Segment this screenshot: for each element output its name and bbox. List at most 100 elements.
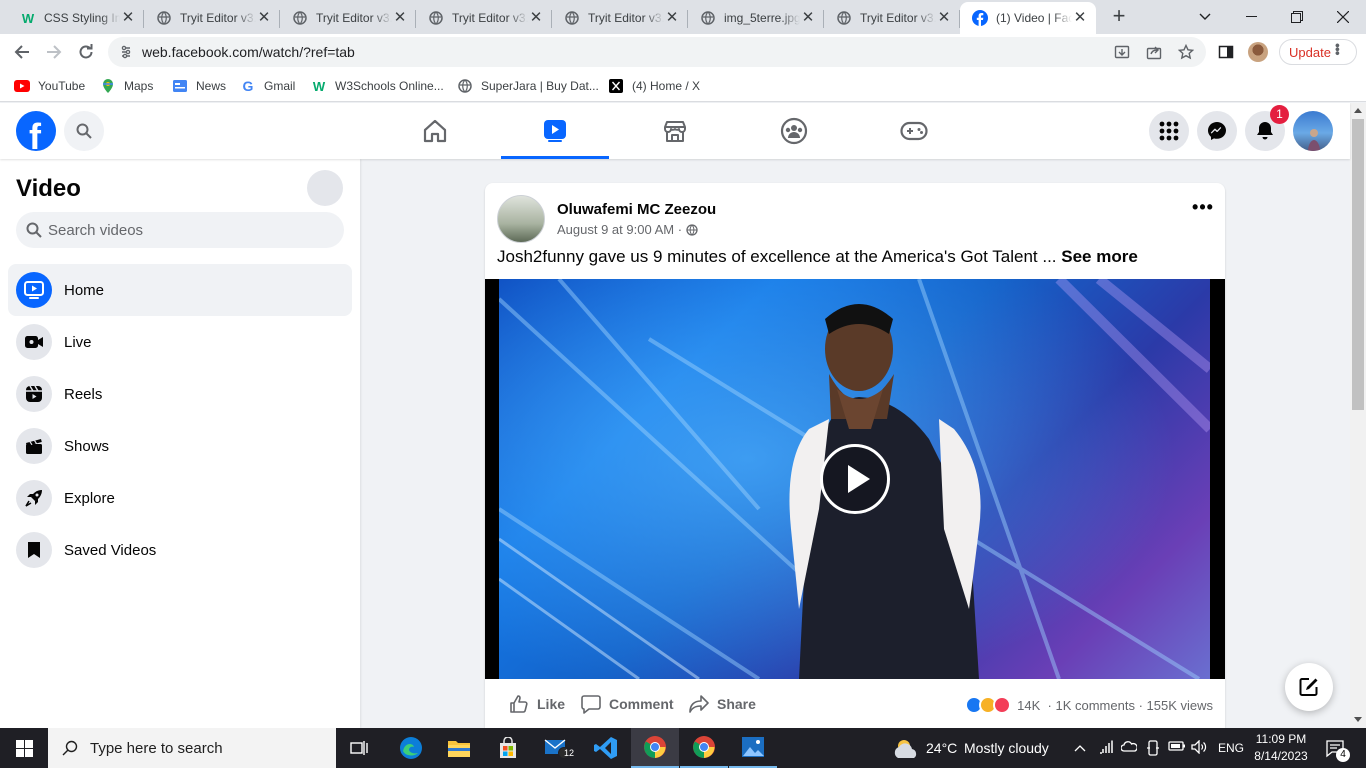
- bookmark-w3schools[interactable]: W W3Schools Online...: [311, 77, 444, 95]
- search-icon: [76, 123, 92, 139]
- bookmark-youtube[interactable]: YouTube: [14, 77, 85, 95]
- post-author-name[interactable]: Oluwafemi MC Zeezou: [557, 201, 716, 218]
- messenger-button[interactable]: [1197, 111, 1237, 151]
- browser-tab[interactable]: Tryit Editor v3.7 ✕: [280, 2, 416, 34]
- system-clock[interactable]: 11:09 PM 8/14/2023: [1248, 731, 1314, 765]
- bookmark-news[interactable]: News: [172, 77, 226, 95]
- store-app[interactable]: [484, 728, 532, 768]
- comment-button[interactable]: Comment: [581, 694, 674, 714]
- restore-button[interactable]: [1274, 0, 1320, 34]
- account-avatar[interactable]: [1293, 111, 1333, 151]
- language-indicator[interactable]: ENG: [1218, 741, 1244, 755]
- close-icon[interactable]: ✕: [1072, 10, 1088, 26]
- sidebar-item-reels[interactable]: Reels: [8, 368, 352, 420]
- mail-app[interactable]: 12: [533, 728, 581, 768]
- start-button[interactable]: [0, 728, 48, 768]
- nav-tab-video[interactable]: [501, 103, 609, 159]
- side-panel-icon[interactable]: [1216, 42, 1236, 62]
- onedrive-icon[interactable]: [1120, 740, 1138, 756]
- close-icon[interactable]: ✕: [392, 10, 408, 26]
- wifi-icon[interactable]: [1098, 740, 1114, 756]
- close-icon[interactable]: ✕: [120, 10, 136, 26]
- volume-icon[interactable]: [1191, 739, 1207, 756]
- nav-tab-marketplace[interactable]: [621, 103, 729, 159]
- minimize-button[interactable]: [1228, 0, 1274, 34]
- video-player[interactable]: [485, 279, 1225, 679]
- post-author-avatar[interactable]: [497, 195, 545, 243]
- browser-tab[interactable]: W CSS Styling Images ✕: [8, 2, 144, 34]
- address-bar[interactable]: web.facebook.com/watch/?ref=tab: [108, 37, 1206, 67]
- menu-button[interactable]: [1149, 111, 1189, 151]
- post-date[interactable]: August 9 at 9:00 AM: [557, 222, 674, 237]
- scrollbar-thumb[interactable]: [1352, 119, 1364, 410]
- install-app-icon[interactable]: [1114, 44, 1130, 60]
- facebook-logo[interactable]: f: [16, 111, 56, 157]
- vscode-app[interactable]: [582, 728, 630, 768]
- close-icon[interactable]: ✕: [664, 10, 680, 26]
- facebook-search-button[interactable]: [64, 111, 104, 151]
- task-view-button[interactable]: [336, 728, 384, 768]
- close-icon[interactable]: ✕: [936, 10, 952, 26]
- nav-tab-home[interactable]: [381, 103, 489, 159]
- device-icon[interactable]: [1145, 740, 1161, 756]
- scroll-down-arrow[interactable]: [1354, 717, 1362, 722]
- edge-app[interactable]: [387, 728, 435, 768]
- update-button[interactable]: Update •••: [1279, 39, 1357, 65]
- page-scrollbar[interactable]: [1350, 103, 1366, 728]
- bookmark-gmail[interactable]: G Gmail: [240, 77, 296, 95]
- new-tab-button[interactable]: +: [1107, 5, 1131, 29]
- share-icon[interactable]: [1146, 44, 1162, 60]
- like-button[interactable]: Like: [509, 694, 565, 714]
- weather-condition[interactable]: Mostly cloudy: [964, 740, 1049, 756]
- new-message-button[interactable]: [1285, 663, 1333, 711]
- browser-tab[interactable]: Tryit Editor v3.7 ✕: [416, 2, 552, 34]
- browser-tab[interactable]: img_5terre.jpg ✕: [688, 2, 824, 34]
- play-button[interactable]: [820, 444, 890, 514]
- sidebar-item-label: Live: [64, 333, 92, 351]
- forward-button[interactable]: [40, 38, 68, 66]
- window-close-button[interactable]: [1320, 0, 1366, 34]
- nav-tab-gaming[interactable]: [860, 103, 968, 159]
- bookmark-superjara[interactable]: SuperJara | Buy Dat...: [457, 77, 599, 95]
- close-icon[interactable]: ✕: [256, 10, 272, 26]
- share-button[interactable]: Share: [689, 694, 756, 714]
- chrome-app-active[interactable]: [631, 728, 679, 768]
- photos-app[interactable]: [729, 728, 777, 768]
- browser-tab[interactable]: Tryit Editor v3.7 ✕: [824, 2, 960, 34]
- settings-button[interactable]: [307, 170, 343, 206]
- post-options-button[interactable]: •••: [1191, 197, 1215, 221]
- tab-title: (1) Video | Facebook: [996, 11, 1072, 25]
- battery-icon[interactable]: [1168, 740, 1185, 756]
- bookmark-maps[interactable]: Maps: [100, 77, 153, 95]
- reactions[interactable]: [965, 696, 1012, 714]
- see-more-link[interactable]: See more: [1061, 247, 1138, 266]
- tab-search-button[interactable]: [1182, 0, 1228, 34]
- search-videos-input[interactable]: Search videos: [16, 212, 344, 248]
- file-explorer-app[interactable]: [435, 728, 483, 768]
- sidebar-item-shows[interactable]: Shows: [8, 420, 352, 472]
- bookmark-star-icon[interactable]: [1178, 44, 1194, 60]
- back-button[interactable]: [8, 38, 36, 66]
- comments-count[interactable]: 1K comments: [1055, 698, 1134, 713]
- sidebar-item-home[interactable]: Home: [8, 264, 352, 316]
- sidebar-item-explore[interactable]: Explore: [8, 472, 352, 524]
- chrome-app[interactable]: [680, 728, 728, 768]
- taskbar-search-input[interactable]: Type here to search: [48, 728, 336, 768]
- close-icon[interactable]: ✕: [528, 10, 544, 26]
- reload-button[interactable]: [72, 38, 100, 66]
- sidebar-item-label: Shows: [64, 437, 110, 455]
- close-icon[interactable]: ✕: [800, 10, 816, 26]
- profile-avatar[interactable]: [1248, 42, 1268, 62]
- chevron-up-icon[interactable]: [1072, 740, 1088, 756]
- browser-tab[interactable]: Tryit Editor v3.7 ✕: [144, 2, 280, 34]
- weather-temp[interactable]: 24°C: [926, 740, 957, 756]
- forward-arrow-icon: [47, 45, 62, 59]
- bookmark-x[interactable]: (4) Home / X: [608, 77, 700, 95]
- scroll-up-arrow[interactable]: [1354, 108, 1362, 113]
- sidebar-item-saved-videos[interactable]: Saved Videos: [8, 524, 352, 576]
- browser-tab-active[interactable]: (1) Video | Facebook ✕: [960, 2, 1096, 34]
- sidebar-item-live[interactable]: Live: [8, 316, 352, 368]
- browser-tab[interactable]: Tryit Editor v3.7 ✕: [552, 2, 688, 34]
- nav-tab-groups[interactable]: [740, 103, 848, 159]
- reactions-count[interactable]: 14K: [1017, 698, 1040, 713]
